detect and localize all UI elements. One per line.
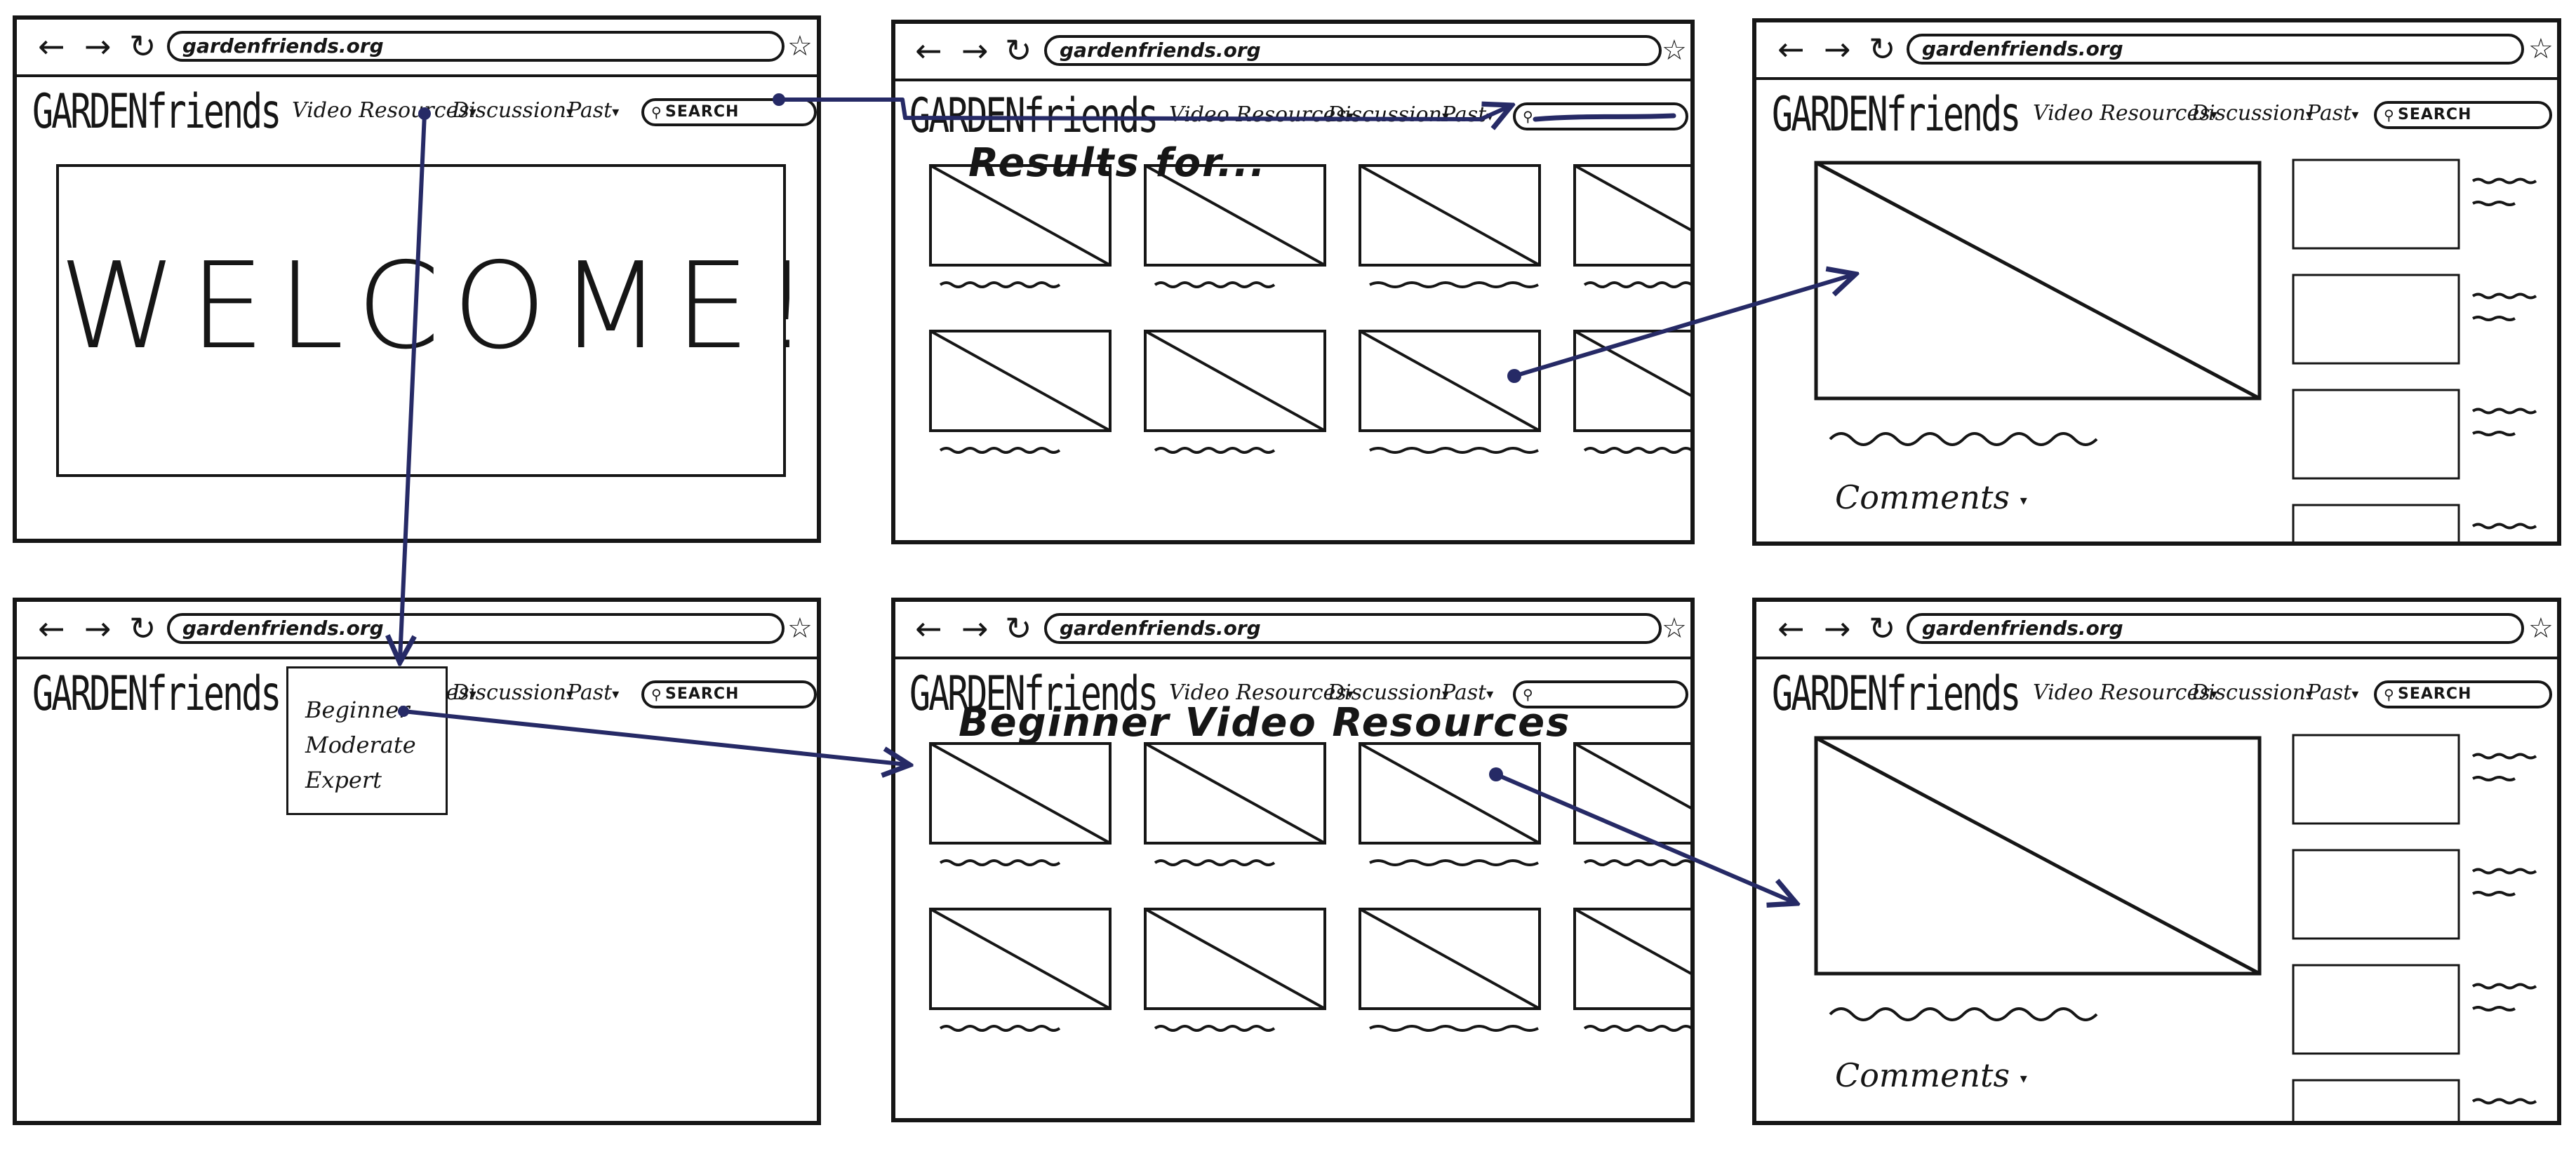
video-title-squiggle	[1154, 447, 1276, 454]
related-video-thumbnail	[2292, 849, 2460, 940]
video-thumbnail-diagonal	[1574, 742, 1690, 809]
video-thumbnail-diagonal	[930, 164, 1111, 267]
related-video-title-squiggle	[2471, 983, 2537, 990]
flow-arrows	[398, 93, 1853, 902]
related-video-thumbnail	[2292, 504, 2460, 542]
related-video-meta-squiggle	[2472, 776, 2516, 781]
video-thumbnail-diagonal	[1144, 330, 1326, 432]
flow-arrow-beginner-to-category	[401, 709, 907, 765]
video-thumbnail-diagonal	[1359, 908, 1540, 1010]
related-video-thumbnail	[2292, 159, 2460, 250]
video-thumbnail-diagonal	[1574, 330, 1690, 397]
video-thumbnail-diagonal	[1574, 908, 1690, 975]
video-title-squiggle	[1154, 281, 1276, 288]
video-thumbnail-diagonal	[930, 330, 1111, 432]
video-player-placeholder-diagonal	[1815, 161, 2261, 401]
video-title-squiggle	[1583, 1025, 1690, 1032]
video-thumbnail-diagonal	[1359, 164, 1540, 267]
video-title-squiggle	[939, 281, 1061, 288]
video-player-placeholder-diagonal	[1815, 736, 2261, 976]
related-video-title-squiggle	[2471, 753, 2537, 760]
related-video-title-squiggle	[2471, 408, 2537, 415]
video-title-squiggle	[1154, 859, 1276, 866]
search-underline	[1533, 113, 1676, 122]
video-title-squiggle	[939, 1025, 1061, 1032]
related-video-thumbnail	[2292, 734, 2460, 825]
video-thumbnail-diagonal	[1574, 164, 1690, 231]
wireframe-drawing-layer	[0, 93, 2537, 1121]
related-video-thumbnail	[2292, 274, 2460, 365]
video-title-squiggle	[1369, 1025, 1539, 1032]
video-title-squiggle	[939, 859, 1061, 866]
video-thumbnail-diagonal	[1144, 742, 1326, 845]
video-thumbnail-grid	[929, 742, 1690, 1032]
video-title-squiggle	[1829, 432, 2098, 446]
video-player-layout	[1814, 734, 2537, 1121]
video-title-squiggle	[1154, 1025, 1276, 1032]
video-title-squiggle	[1369, 281, 1539, 288]
video-thumbnail-diagonal	[930, 908, 1111, 1010]
flow-arrow-result-to-video	[1512, 275, 1853, 378]
video-title-squiggle	[939, 447, 1061, 454]
video-title-squiggle	[1829, 1007, 2098, 1021]
related-video-title-squiggle	[2471, 1098, 2537, 1105]
video-title-squiggle	[1583, 447, 1690, 454]
related-video-thumbnail	[2292, 389, 2460, 480]
video-thumbnail-diagonal	[1144, 164, 1326, 267]
flow-arrow-search-to-results	[777, 98, 1509, 119]
video-title-squiggle	[1369, 859, 1539, 866]
related-video-thumbnail	[2292, 964, 2460, 1055]
related-video-meta-squiggle	[2472, 316, 2516, 321]
related-video-meta-squiggle	[2472, 1006, 2516, 1011]
related-video-title-squiggle	[2471, 292, 2537, 300]
related-video-thumbnail	[2292, 1079, 2460, 1121]
related-video-meta-squiggle	[2472, 201, 2516, 206]
related-video-title-squiggle	[2471, 177, 2537, 184]
video-title-squiggle	[1583, 859, 1690, 866]
video-thumbnail-diagonal	[1359, 742, 1540, 845]
related-video-title-squiggle	[2471, 868, 2537, 875]
flow-arrow-nav-to-dropdown	[400, 112, 427, 659]
video-title-squiggle	[1369, 447, 1539, 454]
related-video-title-squiggle	[2471, 523, 2537, 530]
video-player-layout	[1814, 159, 2537, 542]
video-thumbnail-diagonal	[1144, 908, 1326, 1010]
video-thumbnail-diagonal	[930, 742, 1111, 845]
related-video-meta-squiggle	[2472, 891, 2516, 896]
video-thumbnail-grid	[929, 164, 1690, 454]
related-video-meta-squiggle	[2472, 431, 2516, 436]
video-title-squiggle	[1583, 281, 1690, 288]
